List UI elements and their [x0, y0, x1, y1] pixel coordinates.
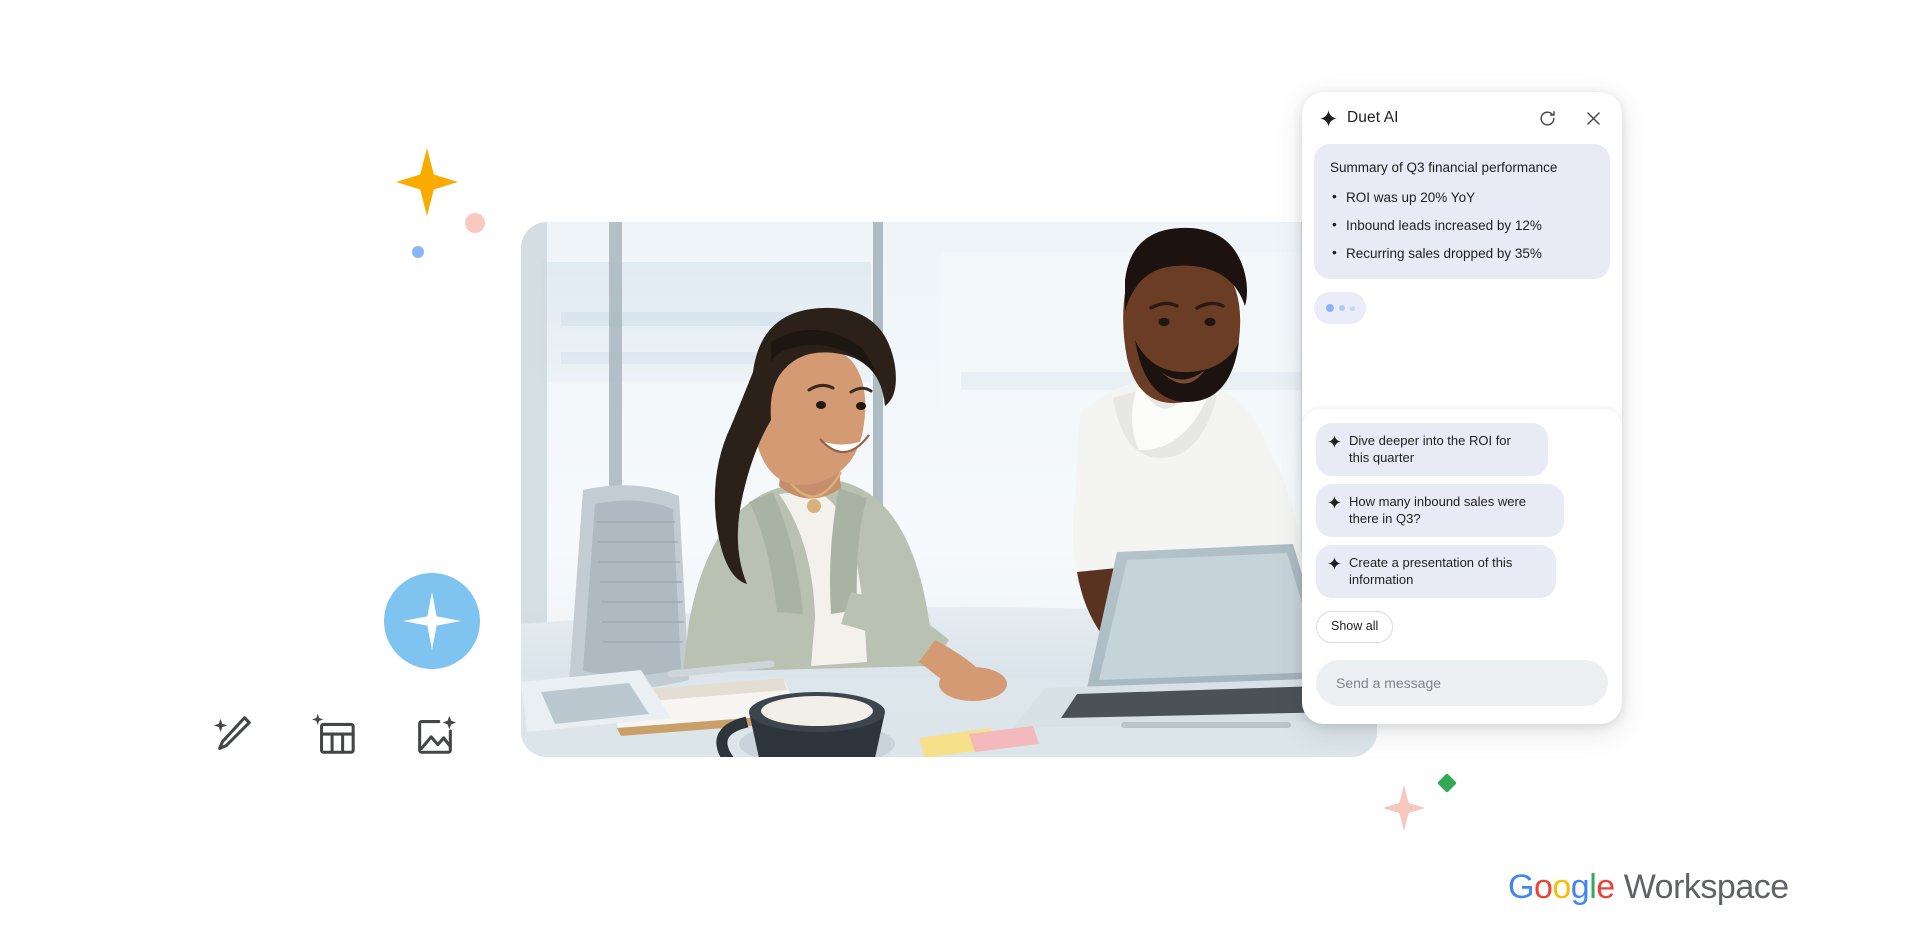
- magic-pen-icon[interactable]: [210, 712, 256, 758]
- ai-badge-star-icon: [403, 592, 461, 650]
- suggestion-chip-label: How many inbound sales were there in Q3?: [1349, 494, 1527, 526]
- magic-tools-row: [210, 712, 458, 758]
- typing-dot: [1325, 304, 1334, 312]
- summary-bullet: Inbound leads increased by 12%: [1330, 215, 1594, 235]
- logo-letter-o2: o: [1552, 868, 1571, 906]
- summary-title: Summary of Q3 financial performance: [1330, 160, 1558, 175]
- typing-dot: [1349, 305, 1355, 311]
- suggestion-chip[interactable]: Create a presentation of this informatio…: [1316, 545, 1556, 598]
- logo-letter-o1: o: [1533, 868, 1553, 906]
- suggestion-chip[interactable]: How many inbound sales were there in Q3?: [1316, 484, 1564, 537]
- yellow-star-icon: [396, 148, 458, 216]
- refresh-icon[interactable]: [1534, 105, 1560, 131]
- panel-header: Duet AI: [1302, 92, 1622, 144]
- suggestion-chip-label: Dive deeper into the ROI for this quarte…: [1349, 433, 1511, 465]
- pink-star-icon: [1383, 785, 1425, 831]
- sparkle-icon: [1328, 435, 1341, 448]
- typing-dot: [1338, 305, 1345, 311]
- message-input[interactable]: [1316, 660, 1608, 706]
- summary-bullet: Recurring sales dropped by 35%: [1330, 243, 1594, 263]
- duet-ai-panel: Duet AI Summary of Q3 financial performa…: [1302, 92, 1622, 724]
- suggestion-chip-label: Create a presentation of this informatio…: [1349, 555, 1513, 587]
- logo-letter-g2: g: [1570, 868, 1590, 906]
- magic-image-icon[interactable]: [412, 712, 458, 758]
- close-icon[interactable]: [1580, 105, 1606, 131]
- sparkle-icon: [1328, 496, 1341, 509]
- google-workspace-logo: G o o g l e Workspace: [1508, 868, 1789, 907]
- office-photo-illustration: [521, 222, 1377, 757]
- green-diamond-icon: [1437, 773, 1457, 793]
- typing-indicator: [1314, 292, 1366, 324]
- sparkle-icon: [1320, 109, 1337, 127]
- show-all-button[interactable]: Show all: [1316, 611, 1394, 643]
- conversation-area: Summary of Q3 financial performance ROI …: [1302, 144, 1622, 409]
- summary-bullet-list: ROI was up 20% YoY Inbound leads increas…: [1330, 187, 1594, 263]
- suggestion-chip[interactable]: Dive deeper into the ROI for this quarte…: [1316, 423, 1548, 476]
- logo-letter-l: l: [1589, 868, 1597, 906]
- blue-dot-icon: [412, 246, 424, 258]
- hero-photo: [521, 222, 1377, 757]
- pink-dot-icon: [465, 213, 485, 233]
- summary-bullet: ROI was up 20% YoY: [1330, 187, 1594, 207]
- sparkle-icon: [1328, 557, 1341, 570]
- duet-ai-promo-canvas: Duet AI Summary of Q3 financial performa…: [0, 0, 1920, 946]
- ai-sparkle-badge-icon: [384, 573, 480, 669]
- panel-title: Duet AI: [1347, 109, 1399, 126]
- logo-letter-g: G: [1508, 868, 1534, 906]
- logo-letter-e: e: [1596, 868, 1615, 906]
- magic-table-icon[interactable]: [311, 712, 357, 758]
- suggestion-card: Dive deeper into the ROI for this quarte…: [1302, 409, 1622, 724]
- logo-workspace-word: Workspace: [1623, 868, 1789, 906]
- ai-summary-bubble: Summary of Q3 financial performance ROI …: [1314, 144, 1610, 279]
